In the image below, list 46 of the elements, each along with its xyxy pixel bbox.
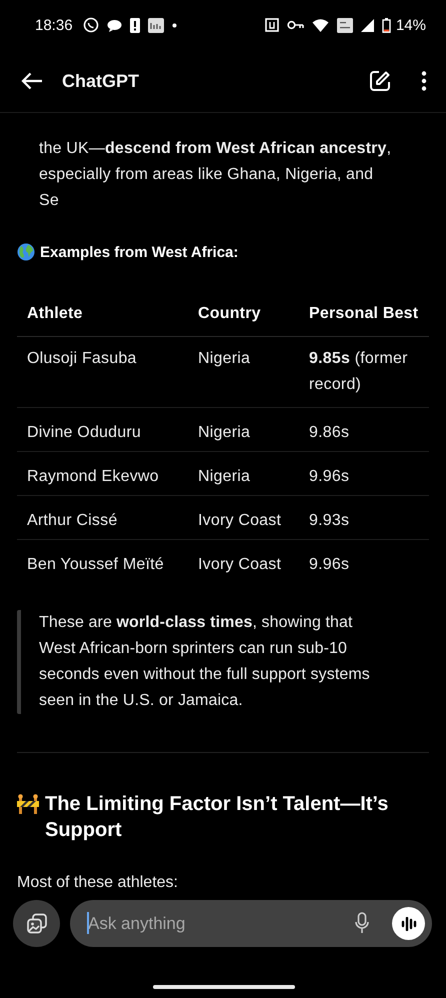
table-cell: Ben Youssef Meïté [17,540,188,584]
alert-icon [130,18,140,32]
back-icon[interactable] [21,72,43,90]
message-paragraph: Most of these athletes: [17,872,179,892]
table-cell: Ivory Coast [188,496,299,540]
column-header: Athlete [17,291,188,336]
globe-icon [17,243,35,261]
column-header: Country [188,291,299,336]
nfc-icon [264,18,279,32]
dot-icon [172,22,177,28]
app-title: ChatGPT [62,70,140,92]
table-cell: Olusoji Fasuba [17,336,188,408]
section-heading: The Limiting Factor Isn’t Talent—It’s Support [45,792,388,842]
waveform-icon [400,916,416,930]
key-icon [286,20,304,30]
table-cell: 9.86s [299,408,429,452]
edit-icon[interactable] [369,70,391,92]
table-cell: Ivory Coast [188,540,299,584]
table-cell: 9.96s [299,452,429,496]
battery-icon [382,18,391,32]
table-cell: Nigeria [188,452,299,496]
quote-text: These are world-class times, showing that West African-born sprinters can run sub-10 seconds even without the full support systems seen in the U.S. or Jamaica. [39,612,371,710]
table-cell: 9.93s [299,496,429,540]
wifi-icon [312,18,329,32]
battery-percent: 14% [396,16,426,34]
message-input[interactable]: Ask anything [70,900,432,947]
table-cell: Arthur Cissé [17,496,188,540]
section-heading: Examples from West Africa: [40,244,238,260]
table-cell: 9.96s [299,540,429,584]
status-time: 18:36 [35,16,73,34]
signal-icon [360,18,374,32]
more-icon[interactable] [421,71,427,91]
message-icon [106,18,122,32]
message-paragraph: the UK—descend from West African ancestry, especially from areas like Ghana, Nigeria, and Se [38,139,392,211]
table-cell: Divine Oduduru [17,408,188,452]
column-header: Personal Best [299,291,429,336]
microphone-icon[interactable] [355,912,369,934]
app-icon [148,18,164,32]
table-cell: Raymond Ekevwo [17,452,188,496]
table-cell: Nigeria [188,336,299,408]
barrier-icon [17,794,39,814]
table-cell: Nigeria [188,408,299,452]
image-icon [26,912,48,934]
table-cell: 9.85s (former record) [299,336,429,408]
image-button[interactable] [13,900,60,947]
volte-icon [336,18,353,32]
